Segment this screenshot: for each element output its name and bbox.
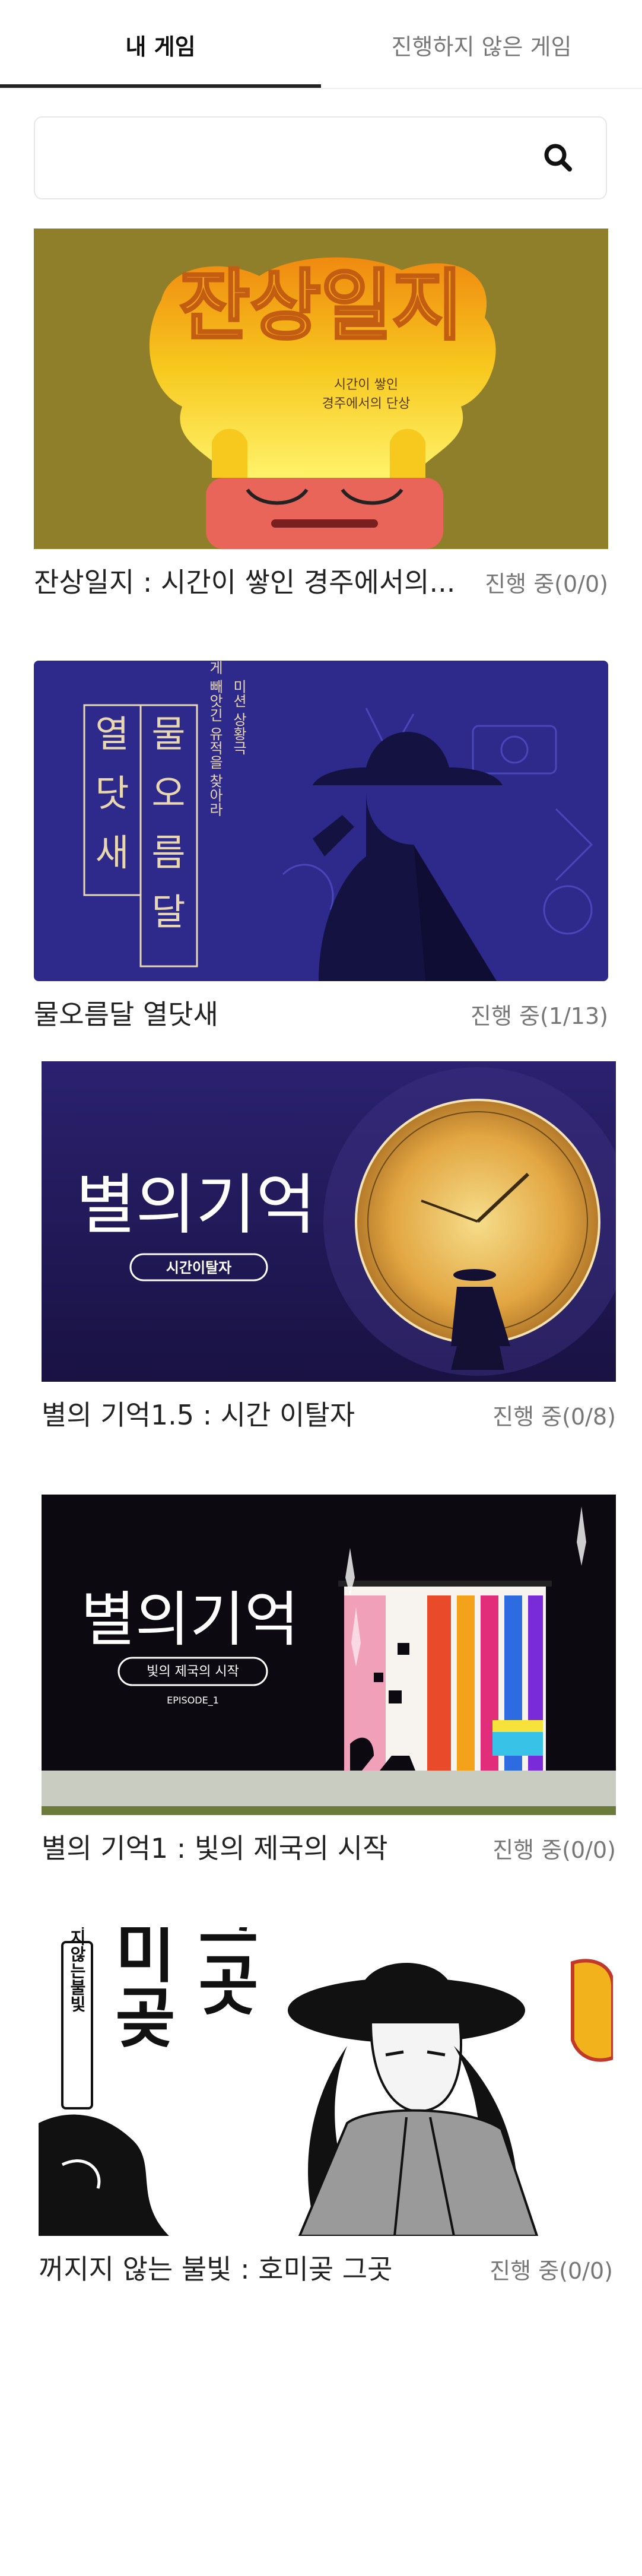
tabs-divider [0, 88, 642, 89]
cover-subtitle: 시간이탈자 [166, 1260, 231, 1276]
game-card[interactable]: 별의기억 시간이탈자 별의 기억1.5 : 시간 이탈자 진행 중(0/8) [42, 1061, 616, 1441]
game-cover: 별의기억 시간이탈자 [42, 1061, 616, 1382]
game-cover: 꺼지지않는불빛 호미곶 그곳 [39, 1927, 613, 2236]
game-status: 진행 중(0/0) [492, 1837, 616, 1863]
cover-episode: EPISODE_1 [167, 1695, 219, 1706]
game-title: 별의 기억1 : 빛의 제국의 시작 [42, 1832, 388, 1864]
game-cover: 별의기억 빛의 제국의 시작 EPISODE_1 [42, 1495, 616, 1815]
game-card[interactable]: 열 닷 새 물 오 름 달 일본에게 빼앗긴 유적을 찾아라 미션 상황극 물오… [34, 661, 608, 1040]
search-icon [544, 144, 572, 172]
cover-title-char: 오 [151, 772, 185, 815]
search-button[interactable] [542, 141, 575, 175]
game-cover: 잔상일지 시간이 쌓인 경주에서의 단상 [34, 229, 608, 549]
game-title: 꺼지지 않는 불빛 : 호미곶 그곳 [39, 2253, 393, 2285]
cover-tagline: 시간이 쌓인 [334, 377, 398, 392]
search-input[interactable] [53, 135, 542, 182]
cover-subtitle: 빛의 제국의 시작 [147, 1664, 239, 1679]
game-status: 진행 중(0/0) [485, 571, 608, 597]
cover-label: 꺼지지않는불빛 [68, 1927, 87, 2012]
game-status: 진행 중(1/13) [471, 1003, 608, 1029]
game-cover: 열 닷 새 물 오 름 달 일본에게 빼앗긴 유적을 찾아라 미션 상황극 [34, 661, 608, 981]
game-card[interactable]: 별의기억 빛의 제국의 시작 EPISODE_1 별의 기억1 : 빛의 제국의… [42, 1495, 616, 1874]
cover-tagline: 미션 상황극 [230, 679, 247, 755]
game-title: 물오름달 열닷새 [34, 998, 218, 1030]
game-status: 진행 중(0/0) [490, 2258, 613, 2284]
cover-logo: 호미곶 [101, 1927, 177, 2049]
game-card[interactable]: 꺼지지않는불빛 호미곶 그곳 꺼지지 않는 불빛 : 호미곶 그곳 진행 중(0… [39, 1927, 613, 2307]
cover-tagline: 일본에게 빼앗긴 유적을 찾아라 [206, 661, 223, 817]
cover-tagline: 경주에서의 단상 [322, 396, 411, 411]
cover-title-char: 름 [151, 831, 185, 874]
game-card[interactable]: 잔상일지 시간이 쌓인 경주에서의 단상 잔상일지 : 시간이 쌓인 경주에서의… [34, 229, 608, 614]
cover-title-char: 열 [95, 712, 129, 756]
cover-title-char: 물 [151, 712, 185, 756]
game-tabs: 내 게임 진행하지 않은 게임 [0, 0, 642, 89]
search-bar [34, 116, 607, 199]
cover-title-char: 새 [95, 831, 129, 874]
cover-logo: 별의기억 [76, 1167, 316, 1243]
cover-title-char: 닷 [95, 772, 129, 815]
tab-not-started-games[interactable]: 진행하지 않은 게임 [321, 0, 642, 89]
cover-title-char: 달 [151, 890, 185, 934]
game-title: 별의 기억1.5 : 시간 이탈자 [42, 1399, 355, 1431]
cover-logo: 별의기억 [81, 1585, 299, 1654]
game-title: 잔상일지 : 시간이 쌓인 경주에서의... [34, 566, 456, 598]
cover-logo: 그곳 [185, 1927, 260, 2016]
cover-logo: 잔상일지 [179, 261, 463, 351]
game-status: 진행 중(0/8) [492, 1404, 616, 1430]
tab-my-games[interactable]: 내 게임 [0, 0, 321, 89]
